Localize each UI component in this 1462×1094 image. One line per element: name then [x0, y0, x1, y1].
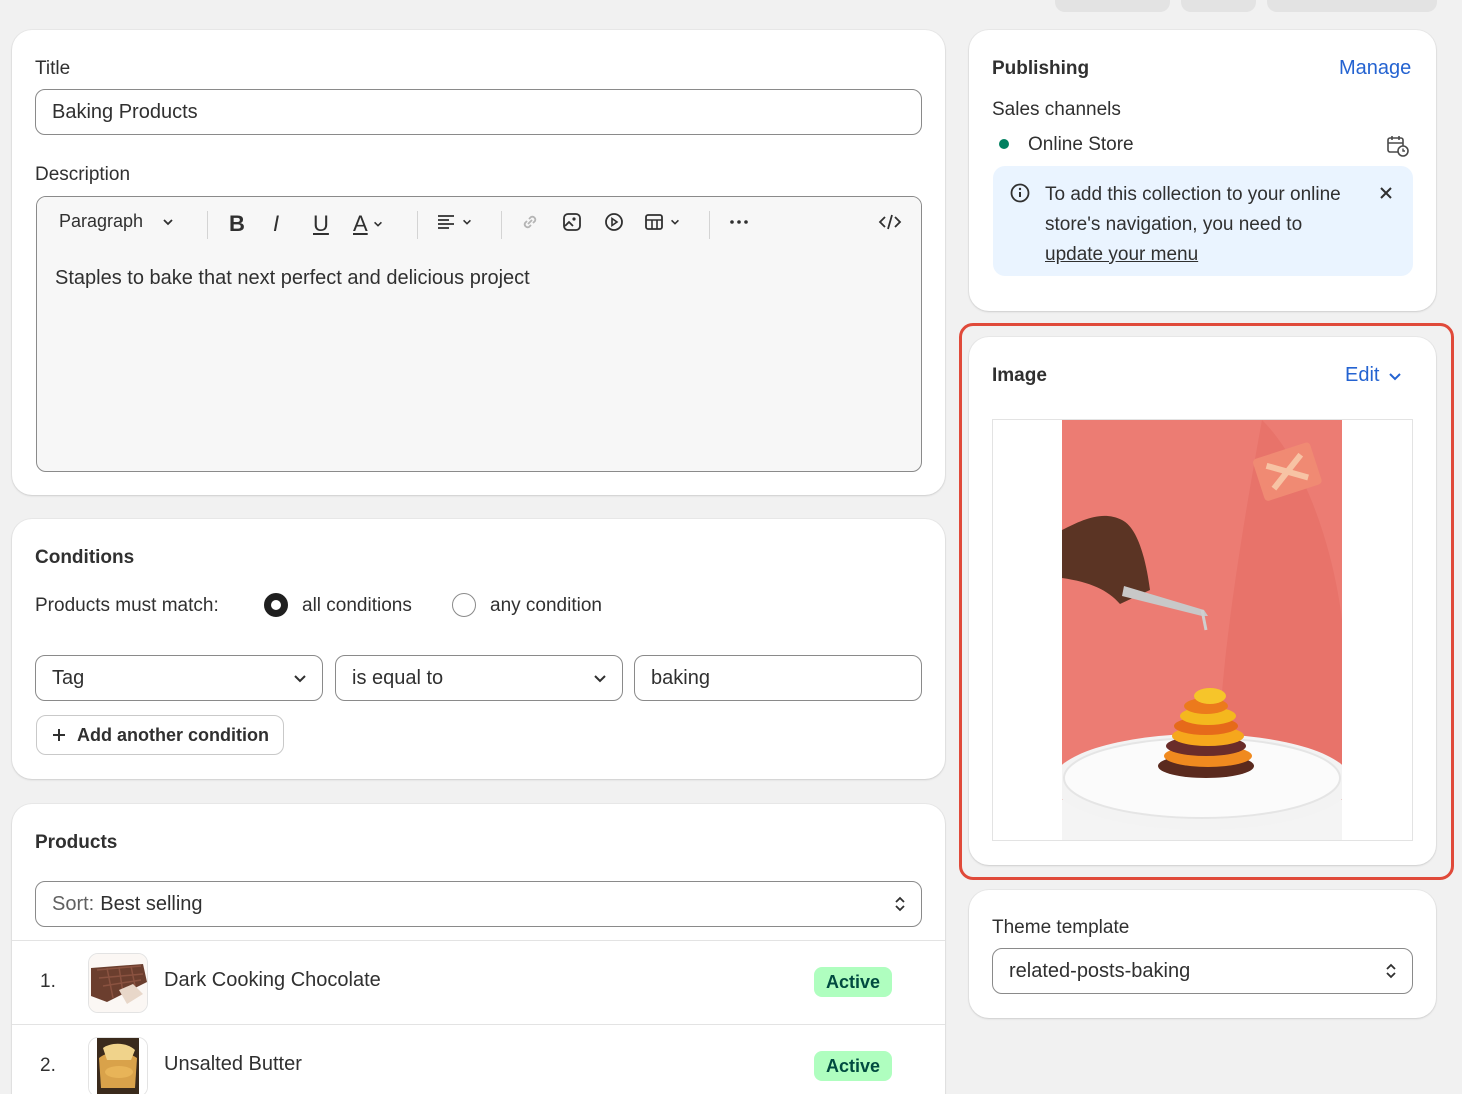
toolbar-divider	[501, 211, 502, 239]
italic-button[interactable]: I	[273, 211, 279, 237]
select-arrows-icon	[895, 896, 905, 912]
text-color-icon: A	[353, 211, 368, 236]
match-label: Products must match:	[35, 595, 219, 616]
chevron-down-icon	[373, 221, 382, 227]
text-color-button[interactable]: A	[353, 211, 384, 237]
calendar-clock-icon[interactable]	[1385, 133, 1411, 159]
all-conditions-radio[interactable]	[264, 593, 288, 617]
add-condition-label: Add another condition	[77, 724, 269, 745]
plus-icon	[53, 729, 65, 741]
channel-name: Online Store	[1028, 134, 1134, 155]
table-row[interactable]: 1. Dark Cooking Chocolate Active	[12, 940, 945, 1024]
code-button[interactable]	[877, 211, 903, 233]
video-button[interactable]	[603, 211, 625, 233]
align-left-icon	[438, 215, 454, 229]
condition-operator-value: is equal to	[352, 666, 444, 689]
select-arrows-icon	[1386, 963, 1396, 979]
sort-value: Best selling	[100, 892, 203, 915]
code-icon	[878, 214, 902, 230]
product-number: 1.	[40, 971, 56, 992]
image-button[interactable]	[561, 211, 583, 233]
theme-template-label: Theme template	[992, 917, 1130, 938]
products-card: Products Sort: Best selling 1. Dark Cook…	[12, 804, 945, 1094]
bold-button[interactable]: B	[229, 211, 245, 237]
chocolate-image	[89, 954, 147, 1012]
banner-message: To add this collection to your online st…	[1045, 180, 1345, 270]
channel-status-dot	[999, 139, 1009, 149]
link-icon	[523, 215, 537, 229]
condition-field-value: Tag	[52, 666, 85, 689]
underline-button[interactable]: U	[313, 211, 329, 237]
table-row[interactable]: 2. Unsalted Butter Active	[12, 1024, 945, 1094]
publishing-card: Publishing Manage Sales channels Online …	[969, 30, 1436, 311]
image-card-highlight	[959, 323, 1454, 880]
publishing-heading: Publishing	[992, 58, 1090, 79]
chevron-down-icon	[594, 675, 606, 683]
banner-text: To add this collection to your online st…	[1045, 184, 1341, 235]
description-editor: Paragraph B I U A Staples to bake that n…	[36, 196, 922, 472]
title-description-card: Title Baking Products Description Paragr…	[12, 30, 945, 495]
info-banner: To add this collection to your online st…	[993, 166, 1413, 276]
theme-template-select[interactable]: related-posts-baking	[992, 948, 1413, 994]
toolbar-divider	[709, 211, 710, 239]
sort-prefix: Sort:	[52, 892, 95, 915]
any-condition-radio[interactable]	[452, 593, 476, 617]
title-label: Title	[35, 58, 71, 79]
product-thumbnail[interactable]	[88, 953, 148, 1013]
chevron-down-icon	[294, 675, 306, 683]
product-name[interactable]: Dark Cooking Chocolate	[164, 969, 381, 992]
condition-value-input[interactable]: baking	[634, 655, 922, 701]
any-condition-label[interactable]: any condition	[490, 595, 602, 617]
description-text[interactable]: Staples to bake that next perfect and de…	[37, 251, 921, 306]
condition-operator-select[interactable]: is equal to	[335, 655, 623, 701]
paragraph-label: Paragraph	[59, 211, 144, 231]
top-action-button-1[interactable]	[1055, 0, 1170, 12]
table-icon	[645, 214, 663, 230]
product-thumbnail[interactable]	[88, 1037, 148, 1094]
bold-icon: B	[229, 211, 245, 236]
underline-icon: U	[313, 211, 329, 236]
product-name[interactable]: Unsalted Butter	[164, 1053, 302, 1076]
info-icon	[1010, 183, 1030, 203]
status-badge: Active	[814, 1051, 893, 1081]
add-condition-button[interactable]: Add another condition	[36, 715, 284, 755]
image-icon	[563, 213, 581, 231]
toolbar-divider	[207, 211, 208, 239]
chevron-down-icon	[671, 219, 679, 225]
italic-icon: I	[273, 211, 280, 236]
align-button[interactable]	[435, 211, 473, 233]
table-button[interactable]	[643, 211, 681, 233]
video-icon	[605, 213, 623, 231]
more-button[interactable]	[727, 211, 751, 233]
sort-select[interactable]: Sort: Best selling	[35, 881, 922, 927]
close-icon[interactable]	[1377, 184, 1395, 202]
more-horizontal-icon	[730, 220, 748, 224]
status-badge: Active	[814, 967, 893, 997]
all-conditions-label[interactable]: all conditions	[302, 595, 412, 617]
top-action-button-2[interactable]	[1181, 0, 1256, 12]
butter-image	[89, 1038, 147, 1094]
conditions-card: Conditions Products must match: all cond…	[12, 519, 945, 779]
editor-toolbar: Paragraph B I U A	[37, 197, 921, 251]
top-action-button-3[interactable]	[1267, 0, 1437, 12]
link-button[interactable]	[519, 211, 541, 233]
product-number: 2.	[40, 1055, 56, 1076]
conditions-heading: Conditions	[35, 547, 135, 568]
title-input[interactable]: Baking Products	[35, 89, 922, 135]
condition-field-select[interactable]: Tag	[35, 655, 323, 701]
theme-template-card: Theme template related-posts-baking	[969, 890, 1436, 1018]
update-menu-link[interactable]: update your menu	[1045, 244, 1198, 265]
description-label: Description	[35, 164, 131, 185]
chevron-down-icon	[163, 218, 173, 225]
sales-channels-label: Sales channels	[992, 99, 1121, 120]
chevron-down-icon	[463, 219, 471, 225]
theme-template-value: related-posts-baking	[1009, 959, 1191, 982]
toolbar-divider	[417, 211, 418, 239]
manage-link[interactable]: Manage	[1339, 57, 1411, 80]
products-heading: Products	[35, 832, 118, 853]
paragraph-select[interactable]: Paragraph	[59, 211, 175, 232]
